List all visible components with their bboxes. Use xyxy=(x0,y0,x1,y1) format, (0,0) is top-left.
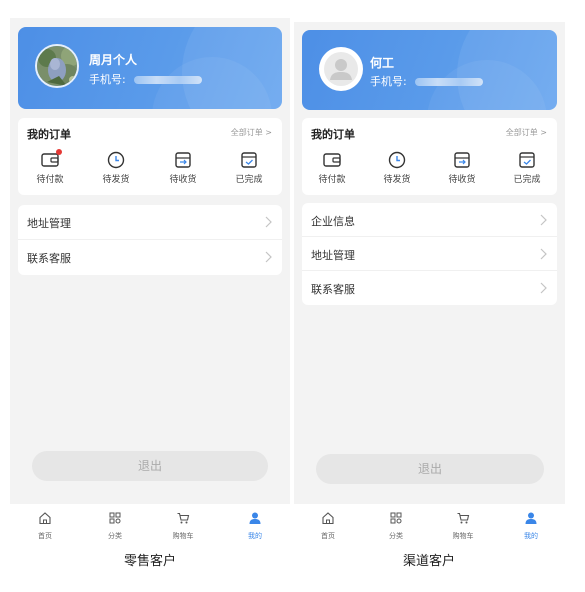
my-orders-card: 我的订单 全部订单 > 待付款 待发货 待收货 已完成 xyxy=(18,118,282,195)
menu-item-company-info[interactable]: 企业信息 xyxy=(302,203,557,237)
phone-number: 手机号: xyxy=(370,73,483,89)
chevron-right-icon xyxy=(540,282,547,294)
settings-menu: 地址管理 联系客服 xyxy=(18,205,282,275)
order-to-receive[interactable]: 待收货 xyxy=(437,151,487,185)
logout-button[interactable]: 退出 xyxy=(32,451,268,481)
phone-label: 手机号: xyxy=(89,73,126,86)
tab-label: 分类 xyxy=(108,532,122,540)
menu-label: 联系客服 xyxy=(311,283,355,296)
chevron-right-icon xyxy=(265,251,272,263)
order-label: 待付款 xyxy=(318,175,346,185)
retail-customer-caption: 零售客户 xyxy=(123,554,176,569)
menu-label: 企业信息 xyxy=(311,215,355,228)
tab-cart[interactable]: 购物车 xyxy=(438,510,488,541)
user-icon xyxy=(525,512,537,524)
user-name: 何工 xyxy=(370,56,395,70)
grid-icon xyxy=(390,512,402,524)
menu-label: 地址管理 xyxy=(27,217,71,230)
clock-icon xyxy=(387,151,407,169)
home-icon xyxy=(322,512,334,525)
order-label: 待发货 xyxy=(102,175,130,185)
menu-item-address[interactable]: 地址管理 xyxy=(18,205,282,240)
tab-mine[interactable]: 我的 xyxy=(230,510,280,541)
inbox-icon xyxy=(173,151,193,169)
phone-number: 手机号: xyxy=(89,71,202,87)
order-label: 已完成 xyxy=(513,175,541,185)
check-box-icon xyxy=(517,151,537,169)
tab-mine[interactable]: 我的 xyxy=(506,510,556,541)
masked-phone-value xyxy=(133,76,202,84)
order-label: 已完成 xyxy=(235,175,263,185)
tab-label: 首页 xyxy=(321,532,335,540)
tab-category[interactable]: 分类 xyxy=(90,510,140,541)
order-pending-payment[interactable]: 待付款 xyxy=(307,151,357,185)
order-completed[interactable]: 已完成 xyxy=(502,151,552,185)
home-icon xyxy=(39,512,51,525)
profile-header: 何工 手机号: xyxy=(302,30,557,110)
phone-label: 手机号: xyxy=(370,75,407,88)
retail-customer-screen: 周月个人 手机号: 我的订单 全部订单 > 待付款 待发货 待收货 已完成 地址… xyxy=(10,18,290,542)
tab-label: 购物车 xyxy=(172,532,194,540)
cart-icon xyxy=(457,512,470,524)
logout-button[interactable]: 退出 xyxy=(316,454,544,484)
my-orders-card: 我的订单 全部订单 > 待付款 待发货 待收货 已完成 xyxy=(302,118,557,195)
bottom-tab-bar: 首页 分类 购物车 我的 xyxy=(10,504,290,542)
user-name: 周月个人 xyxy=(89,53,138,67)
chevron-right-icon xyxy=(265,216,272,228)
inbox-icon xyxy=(452,151,472,169)
all-orders-link[interactable]: 全部订单 > xyxy=(506,127,547,138)
tab-home[interactable]: 首页 xyxy=(20,510,70,541)
check-box-icon xyxy=(239,151,259,169)
wallet-icon xyxy=(322,151,342,169)
wallet-icon xyxy=(40,149,62,169)
settings-menu: 企业信息 地址管理 联系客服 xyxy=(302,203,557,305)
chevron-right-icon xyxy=(540,248,547,260)
menu-item-support[interactable]: 联系客服 xyxy=(18,240,282,275)
cart-icon xyxy=(177,512,190,524)
tab-cart[interactable]: 购物车 xyxy=(158,510,208,541)
order-label: 待收货 xyxy=(448,175,476,185)
user-icon xyxy=(249,512,261,524)
order-label: 待收货 xyxy=(169,175,197,185)
order-to-receive[interactable]: 待收货 xyxy=(158,151,208,185)
order-to-ship[interactable]: 待发货 xyxy=(372,151,422,185)
order-to-ship[interactable]: 待发货 xyxy=(91,151,141,185)
notification-dot xyxy=(56,149,62,155)
orders-title: 我的订单 xyxy=(27,128,71,141)
masked-phone-value xyxy=(414,78,483,86)
order-pending-payment[interactable]: 待付款 xyxy=(25,149,75,185)
tab-label: 我的 xyxy=(248,532,262,540)
tab-category[interactable]: 分类 xyxy=(371,510,421,541)
channel-customer-screen: 何工 手机号: 我的订单 全部订单 > 待付款 待发货 待收货 已完成 企业信息… xyxy=(294,22,565,542)
bottom-tab-bar: 首页 分类 购物车 我的 xyxy=(294,504,565,542)
channel-customer-caption: 渠道客户 xyxy=(402,554,455,569)
avatar[interactable] xyxy=(35,44,79,88)
orders-title: 我的订单 xyxy=(311,128,355,141)
tab-label: 分类 xyxy=(389,532,403,540)
tab-label: 购物车 xyxy=(452,532,474,540)
order-label: 待付款 xyxy=(36,175,64,185)
profile-header: 周月个人 手机号: xyxy=(18,27,282,109)
menu-item-support[interactable]: 联系客服 xyxy=(302,271,557,305)
tab-label: 我的 xyxy=(524,532,538,540)
order-label: 待发货 xyxy=(383,175,411,185)
chevron-right-icon xyxy=(540,214,547,226)
menu-label: 联系客服 xyxy=(27,252,71,265)
avatar[interactable] xyxy=(319,47,363,91)
tab-label: 首页 xyxy=(38,532,52,540)
all-orders-link[interactable]: 全部订单 > xyxy=(231,127,272,138)
clock-icon xyxy=(106,151,126,169)
menu-label: 地址管理 xyxy=(311,249,355,262)
menu-item-address[interactable]: 地址管理 xyxy=(302,237,557,271)
tab-home[interactable]: 首页 xyxy=(303,510,353,541)
order-completed[interactable]: 已完成 xyxy=(224,151,274,185)
grid-icon xyxy=(109,512,121,524)
